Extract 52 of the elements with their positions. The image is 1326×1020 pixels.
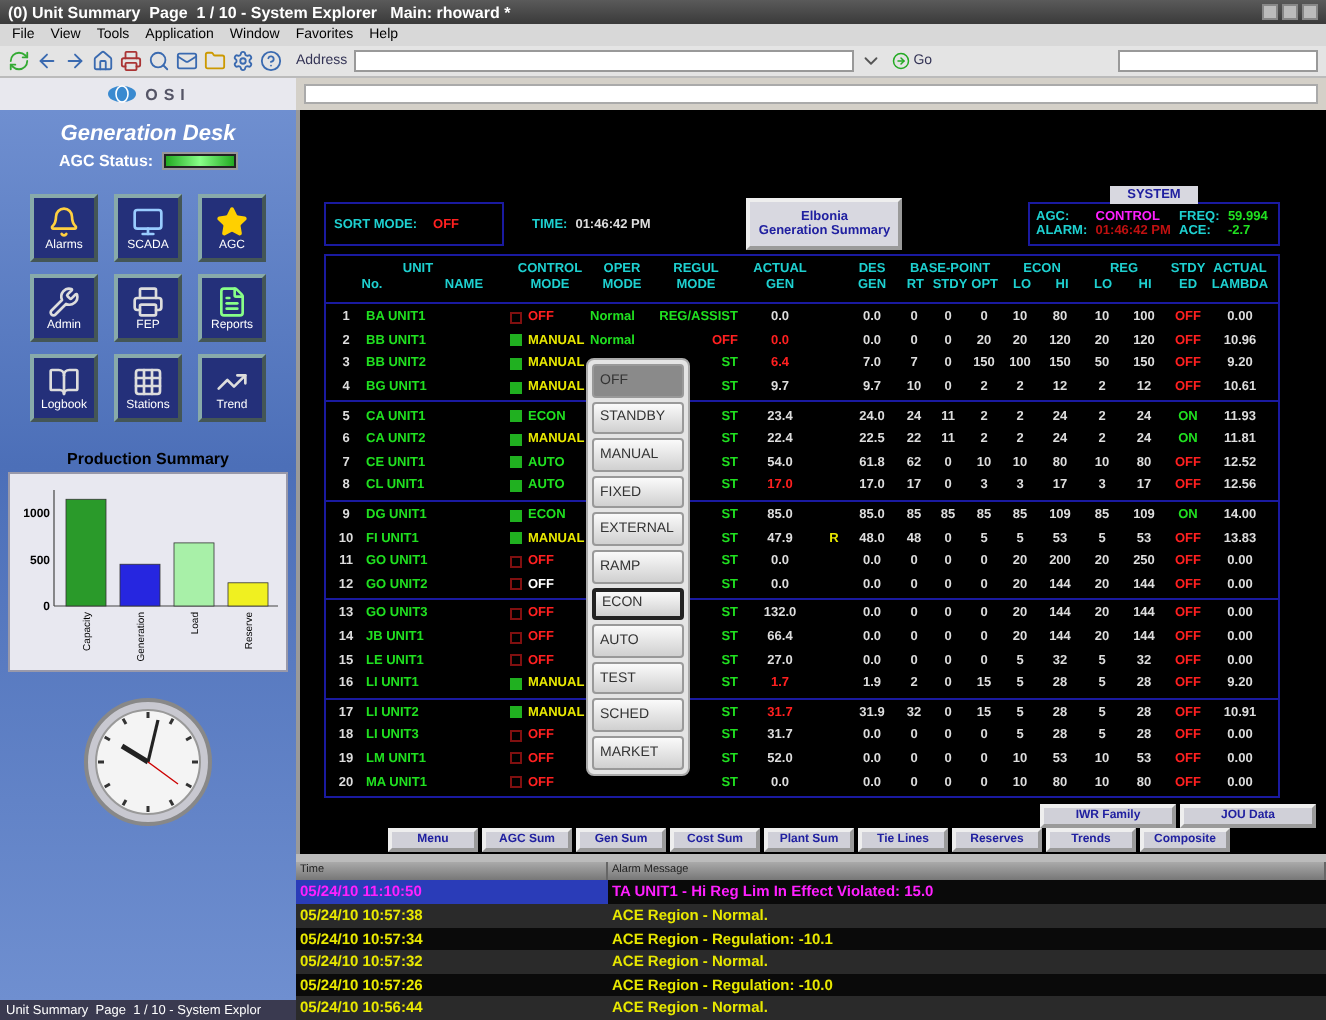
refresh-icon[interactable] xyxy=(8,50,30,72)
control-checkbox[interactable] xyxy=(510,334,522,347)
control-checkbox[interactable] xyxy=(510,532,522,545)
agc-status-label: AGC Status: xyxy=(58,152,154,170)
wrench-icon xyxy=(48,285,80,317)
control-checkbox[interactable] xyxy=(510,706,522,719)
control-checkbox[interactable] xyxy=(510,410,522,423)
control-checkbox[interactable] xyxy=(510,752,522,765)
control-checkbox[interactable] xyxy=(510,479,522,492)
clock-drawing xyxy=(82,696,214,828)
control-checkbox[interactable] xyxy=(510,311,522,324)
control-checkbox[interactable] xyxy=(510,381,522,394)
window-title: (0) Unit Summary Page 1 / 10 - System Explorer Main: rhoward * xyxy=(8,3,511,21)
chart-bar xyxy=(65,498,107,607)
control-checkbox[interactable] xyxy=(510,607,522,620)
control-checkbox[interactable] xyxy=(510,509,522,522)
search-field[interactable] xyxy=(1118,50,1318,72)
control-checkbox[interactable] xyxy=(510,456,522,469)
chart-bar xyxy=(119,563,161,607)
star-icon xyxy=(216,205,248,237)
control-checkbox[interactable] xyxy=(510,677,522,690)
address-field[interactable] xyxy=(353,50,854,72)
panel-title: Generation Desk xyxy=(60,122,236,146)
logo-text: OSI xyxy=(145,85,191,103)
control-checkbox[interactable] xyxy=(510,776,522,789)
control-checkbox[interactable] xyxy=(510,729,522,742)
control-checkbox[interactable] xyxy=(510,631,522,644)
help-icon[interactable] xyxy=(260,50,282,72)
grid-icon xyxy=(132,365,164,397)
control-checkbox[interactable] xyxy=(510,555,522,568)
forward-icon[interactable] xyxy=(64,50,86,72)
control-checkbox[interactable] xyxy=(510,578,522,591)
monitor-icon xyxy=(132,205,164,237)
bell-icon xyxy=(48,205,80,237)
mail-icon[interactable] xyxy=(176,50,198,72)
control-checkbox[interactable] xyxy=(510,433,522,446)
globe-logo-icon xyxy=(105,84,138,104)
agc-status-indicator xyxy=(161,152,238,170)
path-field[interactable] xyxy=(304,84,1318,104)
home-icon[interactable] xyxy=(92,50,114,72)
book-icon xyxy=(48,365,80,397)
printer-icon[interactable] xyxy=(120,50,142,72)
chart-bar xyxy=(173,542,215,607)
printer-icon xyxy=(132,285,164,317)
document-icon xyxy=(216,285,248,317)
chart-bar xyxy=(227,582,269,607)
chart-title: Production Summary xyxy=(67,450,229,468)
search-icon[interactable] xyxy=(148,50,170,72)
control-checkbox[interactable] xyxy=(510,357,522,370)
settings-icon[interactable] xyxy=(232,50,254,72)
back-icon[interactable] xyxy=(36,50,58,72)
control-checkbox[interactable] xyxy=(510,654,522,667)
